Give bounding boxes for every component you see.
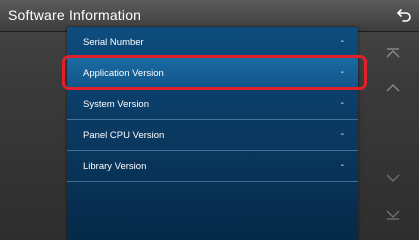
selection-highlight [62,55,367,90]
page-title: Software Information [8,7,142,23]
list-item-label: System Version [83,99,149,110]
scroll-to-bottom-icon [386,210,400,220]
scroll-to-top-button[interactable] [378,38,408,68]
list-item-panel-cpu-version[interactable]: Panel CPU Version - [67,120,358,151]
back-arrow-icon [397,9,411,22]
scroll-to-bottom-button[interactable] [378,200,408,230]
list-item-value: - [340,129,344,140]
list-item-value: - [340,160,344,171]
scroll-up-button[interactable] [378,73,408,103]
list-item-label: Panel CPU Version [83,130,165,141]
list-item-value: - [340,98,344,109]
list-item-label: Library Version [83,161,147,172]
scroll-down-icon [386,174,400,182]
scroll-up-icon [386,84,400,92]
list-item-serial-number[interactable]: Serial Number - [67,27,358,58]
list-item-system-version[interactable]: System Version - [67,89,358,120]
list-item-label: Serial Number [83,37,144,48]
back-button[interactable] [395,6,413,24]
list-item-value: - [340,36,344,47]
scroll-down-button[interactable] [378,163,408,193]
scroll-to-top-icon [386,48,400,58]
list-item-library-version[interactable]: Library Version - [67,151,358,182]
software-information-screen: Software Information Serial Number - App… [0,0,419,240]
